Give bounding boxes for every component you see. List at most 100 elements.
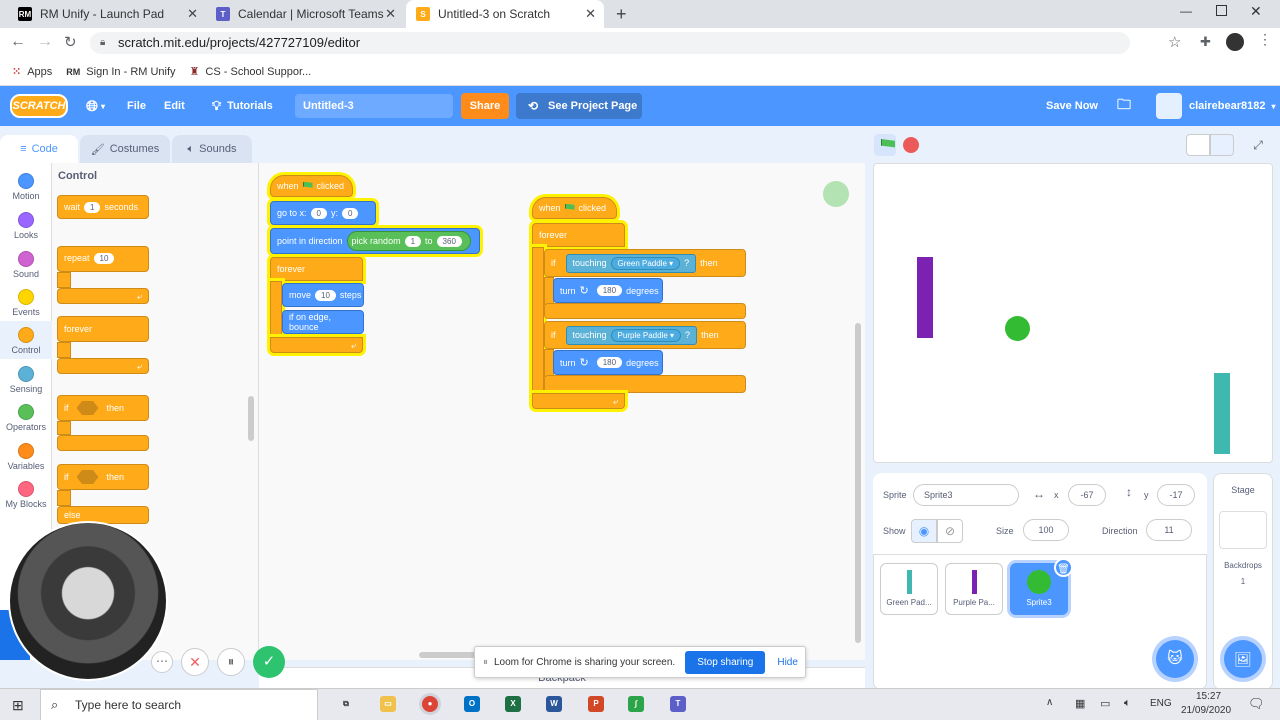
profile-avatar[interactable] xyxy=(1226,33,1244,51)
file-explorer-icon[interactable]: ▭ xyxy=(380,696,396,712)
category-my-blocks[interactable]: My Blocks xyxy=(0,475,52,513)
when-flag-clicked-hat[interactable]: when clicked xyxy=(532,197,617,219)
to-input[interactable]: 360 xyxy=(436,235,462,247)
powerpoint-icon[interactable]: P xyxy=(588,696,604,712)
wait-block[interactable]: wait 1 seconds xyxy=(57,195,149,219)
boolean-slot[interactable] xyxy=(76,470,99,484)
close-window-icon[interactable]: ✕ xyxy=(1250,3,1262,20)
choose-backdrop-icon[interactable]: 🖼︎ xyxy=(1224,640,1262,678)
category-looks[interactable]: Looks xyxy=(0,206,52,244)
touching-target-dropdown[interactable]: Green Paddle ▾ xyxy=(610,256,681,270)
turn-right-block[interactable]: turn ↻ 180 degrees xyxy=(553,278,663,303)
scratch-logo[interactable]: SCRATCH xyxy=(10,94,68,118)
tab-code[interactable]: ≡ Code xyxy=(0,135,78,163)
close-tab-icon[interactable]: ✕ xyxy=(385,6,396,22)
url-field[interactable]: 🔒︎ scratch.mit.edu/projects/427727109/ed… xyxy=(90,32,1130,54)
edit-menu[interactable]: Edit xyxy=(164,86,185,126)
loom-finish-check-icon[interactable]: ✓ xyxy=(253,646,285,678)
pick-random-reporter[interactable]: pick random 1 to 360 xyxy=(346,231,471,251)
minimize-icon[interactable]: — xyxy=(1180,4,1192,18)
close-tab-icon[interactable]: ✕ xyxy=(585,6,596,22)
extensions-icon[interactable]: ✚ xyxy=(1200,34,1211,50)
block-input[interactable]: 1 xyxy=(84,201,101,213)
tray-network-icon[interactable]: ▦ xyxy=(1075,697,1085,710)
tray-volume-icon[interactable]: 🔈︎ xyxy=(1124,697,1131,710)
save-now-button[interactable]: Save Now xyxy=(1046,86,1098,126)
loom-cancel-icon[interactable]: ✕ xyxy=(181,648,209,676)
category-motion[interactable]: Motion xyxy=(0,167,52,205)
boolean-slot[interactable] xyxy=(76,401,99,415)
close-tab-icon[interactable]: ✕ xyxy=(187,6,198,22)
category-events[interactable]: Events xyxy=(0,283,52,321)
if-then-block[interactable]: if then xyxy=(57,395,149,421)
green-flag-button[interactable] xyxy=(874,134,896,156)
point-in-direction-block[interactable]: point in direction pick random 1 to 360 xyxy=(270,228,480,254)
y-input[interactable]: 0 xyxy=(342,207,359,219)
small-stage-button[interactable] xyxy=(1186,134,1210,156)
see-project-page-button[interactable]: ⟲ See Project Page xyxy=(516,93,642,119)
bookmark-apps[interactable]: Apps xyxy=(27,66,52,78)
workspace-vertical-scrollbar[interactable] xyxy=(855,323,861,643)
category-sound[interactable]: Sound xyxy=(0,245,52,283)
green-paddle-sprite[interactable] xyxy=(1214,373,1230,454)
forever-block[interactable]: forever xyxy=(532,223,625,247)
degrees-input[interactable]: 180 xyxy=(596,285,623,296)
move-steps-block[interactable]: move 10 steps xyxy=(282,283,364,307)
back-icon[interactable]: ← xyxy=(10,33,26,51)
outlook-icon[interactable]: O xyxy=(464,696,480,712)
tab-costumes[interactable]: 🖌︎ Costumes xyxy=(80,135,170,163)
turn-right-block[interactable]: turn ↻ 180 degrees xyxy=(553,350,663,375)
bookmark-star-icon[interactable]: ☆ xyxy=(1168,33,1181,51)
account-menu[interactable]: clairebear8182 ▾ xyxy=(1156,86,1275,126)
touching-target-dropdown[interactable]: Purple Paddle ▾ xyxy=(610,328,682,342)
bookmark-cs-school-support[interactable]: CS - School Suppor... xyxy=(205,66,311,78)
steps-input[interactable]: 10 xyxy=(315,289,336,301)
if-else-block[interactable]: if then xyxy=(57,464,149,490)
y-input[interactable]: -17 xyxy=(1157,484,1195,506)
stop-button[interactable] xyxy=(903,137,919,153)
when-flag-clicked-hat[interactable]: when clicked xyxy=(270,175,353,197)
bookmark-rm-unify[interactable]: Sign In - RM Unify xyxy=(86,66,175,78)
chrome-icon[interactable]: ● xyxy=(422,696,438,712)
windows-start-icon[interactable]: ⊞ xyxy=(12,697,24,714)
stage-thumbnail[interactable] xyxy=(1219,511,1267,549)
stop-sharing-button[interactable]: Stop sharing xyxy=(685,650,766,674)
if-then-block[interactable]: if touching Green Paddle ▾? then xyxy=(544,249,746,277)
fullscreen-icon[interactable]: ⤢ xyxy=(1247,134,1269,156)
sprite-tile-purple-paddle[interactable]: Purple Pa... xyxy=(945,563,1003,615)
forward-icon[interactable]: → xyxy=(37,33,53,51)
my-stuff-folder-icon[interactable]: 🗀︎ xyxy=(1117,86,1131,126)
clock-time[interactable]: 15:27 xyxy=(1196,691,1221,702)
x-input[interactable]: 0 xyxy=(310,207,327,219)
reload-icon[interactable]: ↻ xyxy=(64,33,77,51)
browser-tab-scratch[interactable]: S Untitled-3 on Scratch ✕ xyxy=(406,0,604,28)
share-button[interactable]: Share xyxy=(461,93,509,119)
tray-chevron-up-icon[interactable]: ∧ xyxy=(1046,697,1053,708)
stage-canvas[interactable] xyxy=(873,163,1273,463)
forever-block[interactable]: forever xyxy=(270,257,363,281)
ball-sprite[interactable] xyxy=(1005,316,1030,341)
x-input[interactable]: -67 xyxy=(1068,484,1106,506)
sprite-name-input[interactable]: Sprite3 xyxy=(913,484,1019,506)
task-view-icon[interactable]: ⧉ xyxy=(338,696,354,712)
block-input[interactable]: 10 xyxy=(93,253,115,264)
sprite-tile-green-paddle[interactable]: Green Pad... xyxy=(880,563,938,615)
file-menu[interactable]: File xyxy=(127,86,146,126)
project-title-input[interactable]: Untitled-3 xyxy=(295,94,453,118)
word-icon[interactable]: W xyxy=(546,696,562,712)
palette-scrollbar[interactable] xyxy=(248,396,254,441)
from-input[interactable]: 1 xyxy=(404,235,422,247)
large-stage-button[interactable] xyxy=(1210,134,1234,156)
touching-boolean[interactable]: touching Green Paddle ▾? xyxy=(565,253,697,273)
webcam-bubble[interactable] xyxy=(8,521,168,681)
loom-pause-icon[interactable]: ⏸︎ xyxy=(217,648,245,676)
language-indicator[interactable]: ENG xyxy=(1150,698,1172,709)
maximize-icon[interactable] xyxy=(1216,5,1227,16)
direction-input[interactable]: 11 xyxy=(1146,519,1192,541)
category-variables[interactable]: Variables xyxy=(0,437,52,475)
tutorials-button[interactable]: 💡︎ Tutorials xyxy=(212,86,273,126)
more-menu-icon[interactable]: ⋮ xyxy=(1258,31,1272,48)
purple-paddle-sprite[interactable] xyxy=(917,257,933,338)
show-hidden-eye-icon[interactable]: ⊘ xyxy=(937,519,963,543)
show-visible-eye-icon[interactable]: ◉ xyxy=(911,519,937,543)
